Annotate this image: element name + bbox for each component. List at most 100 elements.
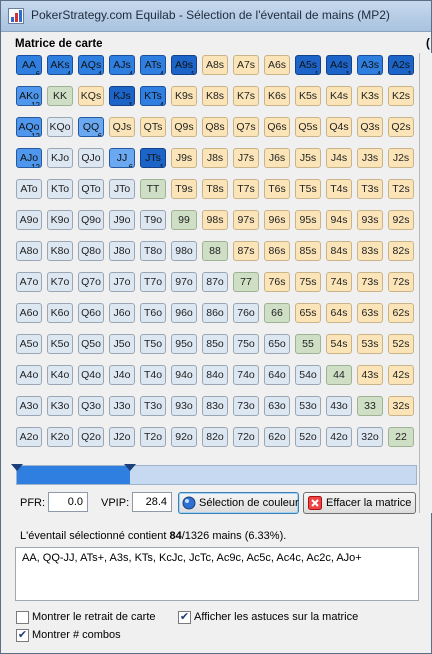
hand-cell[interactable]: QQ 6	[78, 117, 104, 137]
hand-cell[interactable]: K8s	[202, 86, 228, 106]
hand-cell[interactable]: 97o	[171, 272, 197, 292]
hand-cell[interactable]: K5o	[47, 334, 73, 354]
hand-cell[interactable]: 64s	[326, 303, 352, 323]
hand-cell[interactable]: 75s	[295, 272, 321, 292]
hand-cell[interactable]: 92s	[388, 210, 414, 230]
hand-cell[interactable]: K6s	[264, 86, 290, 106]
hand-cell[interactable]: 93o	[171, 396, 197, 416]
hand-cell[interactable]: 32s	[388, 396, 414, 416]
hand-cell[interactable]: 93s	[357, 210, 383, 230]
hand-cell[interactable]: Q2s	[388, 117, 414, 137]
hand-cell[interactable]: 84s	[326, 241, 352, 261]
hand-cell[interactable]: J8o	[109, 241, 135, 261]
hand-cell[interactable]: 44	[326, 365, 352, 385]
hand-cell[interactable]: Q7s	[233, 117, 259, 137]
hand-cell[interactable]: 85s	[295, 241, 321, 261]
hand-cell[interactable]: 87s	[233, 241, 259, 261]
hand-cell[interactable]: T5o	[140, 334, 166, 354]
hand-cell[interactable]: T4o	[140, 365, 166, 385]
hand-cell[interactable]: K2o	[47, 427, 73, 447]
hand-cell[interactable]: 54s	[326, 334, 352, 354]
hand-cell[interactable]: Q6o	[78, 303, 104, 323]
hand-cell[interactable]: Q3s	[357, 117, 383, 137]
hand-cell[interactable]: AJs 4	[109, 55, 135, 75]
hand-cell[interactable]: 95s	[295, 210, 321, 230]
hand-cell[interactable]: KK	[47, 86, 73, 106]
hand-cell[interactable]: A9o	[16, 210, 42, 230]
hand-cell[interactable]: JJ 6	[109, 148, 135, 168]
hand-cell[interactable]: K2s	[388, 86, 414, 106]
hand-cell[interactable]: 76o	[233, 303, 259, 323]
hand-cell[interactable]: 63o	[264, 396, 290, 416]
hand-cell[interactable]: 76s	[264, 272, 290, 292]
hand-cell[interactable]: QTs	[140, 117, 166, 137]
hand-cell[interactable]: J7o	[109, 272, 135, 292]
hand-cell[interactable]: 94o	[171, 365, 197, 385]
hand-cell[interactable]: T2s	[388, 179, 414, 199]
hand-cell[interactable]: Q4o	[78, 365, 104, 385]
hand-cell[interactable]: A8o	[16, 241, 42, 261]
hand-cell[interactable]: A4o	[16, 365, 42, 385]
hand-cell[interactable]: AKs 4	[47, 55, 73, 75]
show-combos-checkbox[interactable]: ✔	[16, 629, 29, 642]
hand-cell[interactable]: 83o	[202, 396, 228, 416]
hand-cell[interactable]: AA 6	[16, 55, 42, 75]
card-removal-checkbox[interactable]	[16, 611, 29, 624]
hand-cell[interactable]: J2s	[388, 148, 414, 168]
hand-cell[interactable]: 96o	[171, 303, 197, 323]
hand-cell[interactable]: Q4s	[326, 117, 352, 137]
hand-cell[interactable]: KTs 4	[140, 86, 166, 106]
hand-cell[interactable]: ATo	[16, 179, 42, 199]
hand-cell[interactable]: T6o	[140, 303, 166, 323]
hand-cell[interactable]: 32o	[357, 427, 383, 447]
hand-cell[interactable]: 55	[295, 334, 321, 354]
hand-cell[interactable]: A2s 1	[388, 55, 414, 75]
hand-cell[interactable]: KQs	[78, 86, 104, 106]
hand-cell[interactable]: Q9s	[171, 117, 197, 137]
hand-cell[interactable]: Q7o	[78, 272, 104, 292]
hand-cell[interactable]: K7s	[233, 86, 259, 106]
hand-cell[interactable]: QJo	[78, 148, 104, 168]
hand-cell[interactable]: T8o	[140, 241, 166, 261]
hand-cell[interactable]: 64o	[264, 365, 290, 385]
hand-cell[interactable]: T5s	[295, 179, 321, 199]
hand-cell[interactable]: 86o	[202, 303, 228, 323]
vpip-field[interactable]: 28.4	[132, 492, 172, 512]
hand-cell[interactable]: 52s	[388, 334, 414, 354]
hand-cell[interactable]: K6o	[47, 303, 73, 323]
hand-cell[interactable]: 73s	[357, 272, 383, 292]
hand-cell[interactable]: K9s	[171, 86, 197, 106]
hand-cell[interactable]: 87o	[202, 272, 228, 292]
hand-cell[interactable]: T7s	[233, 179, 259, 199]
hand-cell[interactable]: T7o	[140, 272, 166, 292]
hand-cell[interactable]: QJs	[109, 117, 135, 137]
hand-cell[interactable]: A7s	[233, 55, 259, 75]
hand-cell[interactable]: 53o	[295, 396, 321, 416]
hand-cell[interactable]: Q8s	[202, 117, 228, 137]
hand-cell[interactable]: K3s	[357, 86, 383, 106]
hand-cell[interactable]: J7s	[233, 148, 259, 168]
hand-cell[interactable]: 84o	[202, 365, 228, 385]
range-text-box[interactable]: AA, QQ-JJ, ATs+, A3s, KTs, KcJc, JcTc, A…	[15, 547, 419, 601]
clear-matrix-button[interactable]: Effacer la matrice	[303, 492, 416, 514]
hand-cell[interactable]: A9s 1	[171, 55, 197, 75]
hand-cell[interactable]: 77	[233, 272, 259, 292]
hand-cell[interactable]: K8o	[47, 241, 73, 261]
hand-cell[interactable]: 65o	[264, 334, 290, 354]
slider-right-thumb[interactable]	[124, 464, 136, 471]
hand-cell[interactable]: TT	[140, 179, 166, 199]
hand-cell[interactable]: 98s	[202, 210, 228, 230]
hand-cell[interactable]: KJo	[47, 148, 73, 168]
hand-cell[interactable]: A2o	[16, 427, 42, 447]
hand-cell[interactable]: T9s	[171, 179, 197, 199]
hand-cell[interactable]: 52o	[295, 427, 321, 447]
hand-cell[interactable]: J8s	[202, 148, 228, 168]
hand-cell[interactable]: K3o	[47, 396, 73, 416]
hand-cell[interactable]: JTo	[109, 179, 135, 199]
hand-cell[interactable]: KTo	[47, 179, 73, 199]
hand-cell[interactable]: 72o	[233, 427, 259, 447]
hand-cell[interactable]: AQs 4	[78, 55, 104, 75]
hand-cell[interactable]: J6s	[264, 148, 290, 168]
hand-cell[interactable]: 73o	[233, 396, 259, 416]
hand-cell[interactable]: T6s	[264, 179, 290, 199]
